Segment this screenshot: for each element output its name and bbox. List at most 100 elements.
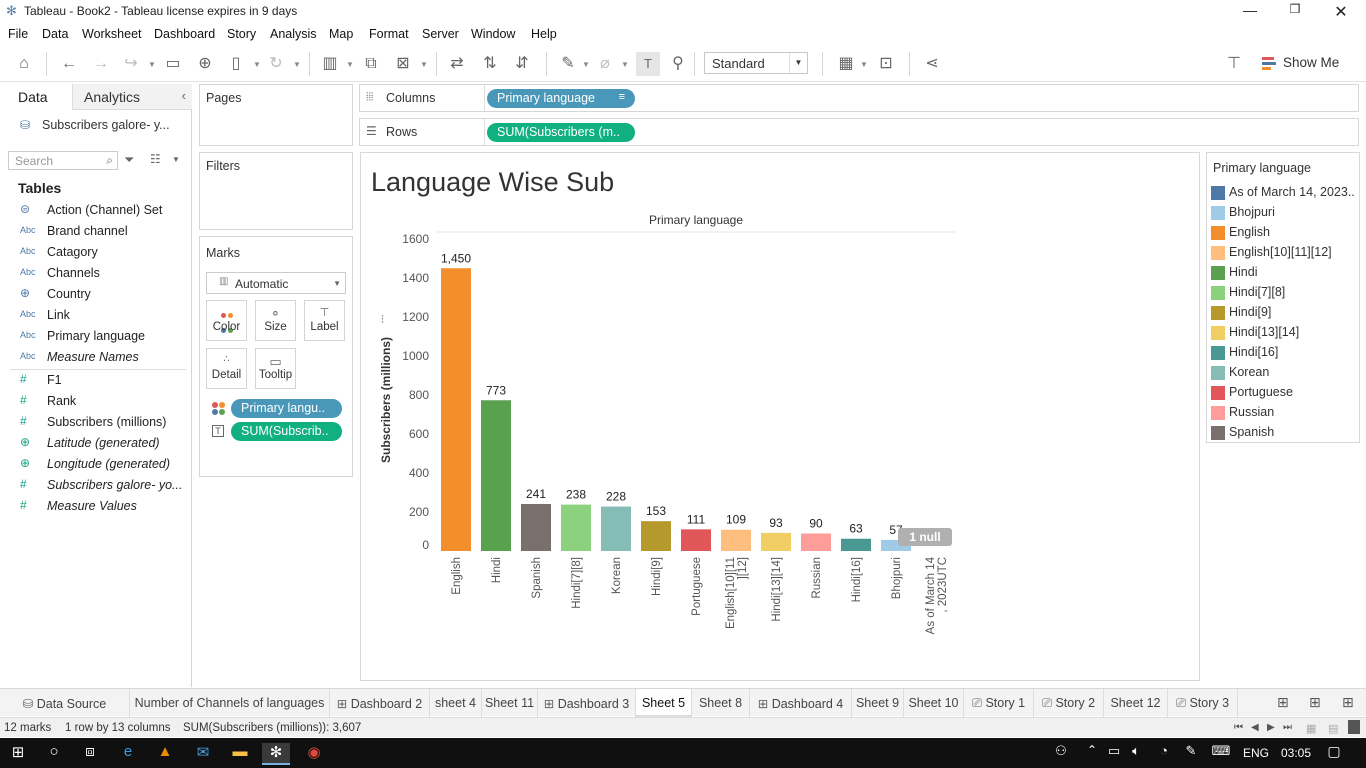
chevron-down-icon[interactable]: ▼ (860, 60, 868, 69)
filmstrip-icon[interactable]: ▤ (1328, 722, 1338, 735)
field-item[interactable]: ⊜ Action (Channel) Set (0, 201, 190, 221)
home-icon[interactable]: ⌂ (14, 54, 34, 74)
sheet-tab[interactable]: ⊞ Dashboard 2 (330, 689, 430, 717)
sheet-tab[interactable]: ⛁ Data Source (0, 689, 130, 717)
menu-format[interactable]: Format (369, 27, 409, 41)
language-indicator[interactable]: ENG (1243, 746, 1269, 760)
last-sheet-icon[interactable]: ⏭ (1283, 722, 1292, 733)
sheet-tab[interactable]: Sheet 10 (904, 689, 964, 717)
first-sheet-icon[interactable]: ⏮ (1234, 722, 1243, 733)
sheet-tab[interactable]: Sheet 5 (636, 689, 692, 717)
chevron-down-icon[interactable]: ▼ (148, 60, 156, 69)
chevron-down-icon[interactable]: ▼ (293, 60, 301, 69)
tabs-icon[interactable] (1348, 720, 1360, 734)
people-icon[interactable]: ⚇ (1047, 743, 1075, 765)
menu-worksheet[interactable]: Worksheet (82, 27, 142, 41)
sort-descending-icon[interactable]: ⇵ (512, 54, 532, 74)
tab-data[interactable]: Data (0, 84, 72, 110)
sheet-tab[interactable]: ⎚ Story 2 (1034, 689, 1104, 717)
tooltip-button[interactable]: ▭ Tooltip (255, 348, 296, 389)
chevron-down-icon[interactable]: ▼ (172, 155, 180, 164)
notifications-icon[interactable]: ▢ (1320, 743, 1348, 765)
chevron-down-icon[interactable]: ▼ (420, 60, 428, 69)
presentation-mode-icon[interactable]: ⊡ (876, 54, 896, 74)
datasource-name[interactable]: Subscribers galore- y... (42, 118, 170, 132)
mark-pill-sum-subscribers[interactable]: SUM(Subscrib.. (231, 422, 342, 441)
paint-brush-icon[interactable]: ⊤ (1224, 54, 1244, 74)
columns-pill-primary-language[interactable]: Primary language ≡ (487, 89, 635, 108)
refresh-icon[interactable]: ↻ (266, 54, 286, 74)
show-mark-labels-icon[interactable]: T (636, 52, 660, 76)
rows-shelf[interactable]: ☰ Rows SUM(Subscribers (m.. (359, 118, 1359, 146)
chevron-down-icon[interactable]: ▼ (346, 60, 354, 69)
vlc-icon[interactable]: ▲ (151, 743, 179, 765)
search-icon[interactable]: ○ (40, 743, 68, 765)
wifi-icon[interactable]: ◔ (1150, 743, 1178, 765)
field-item[interactable]: ⊕ Country (0, 285, 190, 305)
sheet-tab[interactable]: ⊞ Dashboard 3 (538, 689, 636, 717)
columns-shelf[interactable]: ⦙⦙⦙ Columns Primary language ≡ (359, 84, 1359, 112)
clear-sheet-icon[interactable]: ⊠ (393, 54, 413, 74)
field-item[interactable]: Abc Measure Names (0, 348, 190, 368)
swap-rows-columns-icon[interactable]: ⇄ (447, 54, 467, 74)
menu-server[interactable]: Server (422, 27, 459, 41)
menu-window[interactable]: Window (471, 27, 515, 41)
sheet-tab[interactable]: ⎚ Story 3 (1168, 689, 1238, 717)
mark-type-select[interactable]: ▥ Automatic ▼ (206, 272, 346, 294)
tab-analytics[interactable]: Analytics ‹ (72, 84, 192, 110)
field-item[interactable]: # Measure Values (0, 497, 190, 517)
detail-button[interactable]: ∴ Detail (206, 348, 247, 389)
label-button[interactable]: ⊤ Label (304, 300, 345, 341)
field-item[interactable]: ⊕ Latitude (generated) (0, 434, 190, 454)
view-options-icon[interactable]: ☷ (150, 152, 161, 166)
duplicate-icon[interactable]: ⧉ (361, 54, 381, 74)
sheet-tab[interactable]: ⎚ Story 1 (964, 689, 1034, 717)
highlight-icon[interactable]: ✎ (558, 54, 578, 74)
edge-icon[interactable]: e (114, 743, 142, 765)
new-dashboard-tab-icon[interactable]: ⊞ (1309, 694, 1321, 711)
chrome-icon[interactable]: ◉ (300, 743, 328, 765)
mail-icon[interactable]: ✉ (189, 743, 217, 765)
field-item[interactable]: Abc Primary language (0, 327, 190, 347)
prev-sheet-icon[interactable]: ◀ (1251, 722, 1259, 733)
show-cards-icon[interactable]: ▦ (836, 54, 856, 74)
field-item[interactable]: # Subscribers (millions) (0, 413, 190, 433)
filter-icon[interactable]: ⏷ (124, 152, 134, 168)
size-button[interactable]: ⚬ Size (255, 300, 296, 341)
minimize-icon[interactable]: — (1240, 2, 1260, 20)
menu-help[interactable]: Help (531, 27, 557, 41)
menu-dashboard[interactable]: Dashboard (154, 27, 215, 41)
new-datasource-icon[interactable]: ⊕ (195, 54, 215, 74)
fit-select[interactable]: Standard ▼ (704, 52, 808, 74)
windows-start-icon[interactable]: ⊞ (4, 743, 32, 765)
field-item[interactable]: Abc Channels (0, 264, 190, 284)
rows-pill-sum-subscribers[interactable]: SUM(Subscribers (m.. (487, 123, 635, 142)
share-icon[interactable]: ⋖ (922, 54, 942, 74)
sheet-tab[interactable]: Sheet 8 (692, 689, 750, 717)
file-explorer-icon[interactable]: ▬ (226, 743, 254, 765)
menu-analysis[interactable]: Analysis (270, 27, 317, 41)
menu-file[interactable]: File (8, 27, 28, 41)
pause-updates-icon[interactable]: ▯ (226, 54, 246, 74)
keyboard-icon[interactable]: ⌨ (1207, 743, 1235, 765)
show-me-button[interactable]: Show Me (1283, 55, 1339, 70)
search-input[interactable]: Search ⌕ (8, 151, 118, 170)
volume-icon[interactable]: 🔈︎ (1122, 743, 1150, 765)
sheet-tab[interactable]: ⊞ Dashboard 4 (750, 689, 852, 717)
redo-icon[interactable]: → (91, 54, 111, 74)
menu-story[interactable]: Story (227, 27, 256, 41)
close-icon[interactable]: ✕ (1331, 2, 1351, 21)
restore-icon[interactable]: ❐ (1285, 2, 1305, 20)
chevron-down-icon[interactable]: ▼ (253, 60, 261, 69)
pages-card[interactable]: Pages (199, 84, 353, 146)
chevron-down-icon[interactable]: ▼ (582, 60, 590, 69)
menu-data[interactable]: Data (42, 27, 68, 41)
new-worksheet-tab-icon[interactable]: ⊞ (1277, 694, 1289, 711)
field-item[interactable]: # F1 (0, 371, 190, 391)
color-button[interactable]: Color (206, 300, 247, 341)
field-item[interactable]: # Rank (0, 392, 190, 412)
new-story-tab-icon[interactable]: ⊞ (1342, 694, 1354, 711)
group-members-icon[interactable]: ⌀ (595, 54, 615, 74)
save-icon[interactable]: ▭ (163, 54, 183, 74)
filters-card[interactable]: Filters (199, 152, 353, 230)
